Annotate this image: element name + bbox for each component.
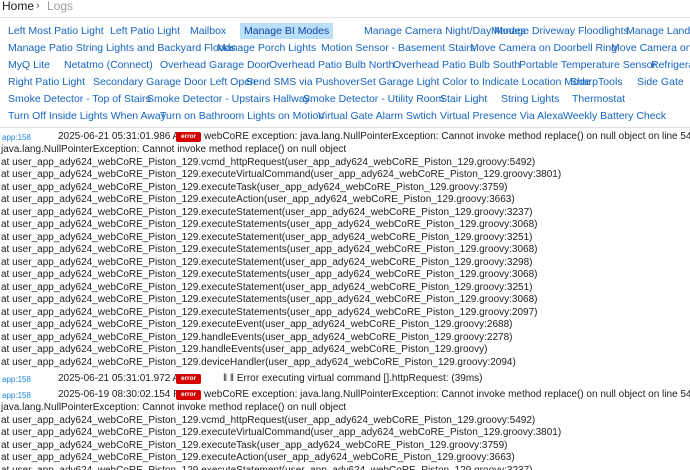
app-tab[interactable]: Move Camera on Doorbell Ring xyxy=(466,40,621,56)
app-tab[interactable]: Smoke Detector - Upstairs Hallway xyxy=(143,91,314,107)
stack-trace-line: at user_app_ady624_webCoRE_Piston_129.ex… xyxy=(1,231,533,243)
stack-trace-line: at user_app_ady624_webCoRE_Piston_129.ex… xyxy=(1,294,538,305)
stack-trace-line: at user_app_ady624_webCoRE_Piston_129.ex… xyxy=(1,219,538,230)
app-tab[interactable]: Smoke Detector - Top of Stairs xyxy=(4,91,155,107)
app-tab[interactable]: Manage Porch Lights xyxy=(213,40,320,56)
log-timestamp: 2025-06-21 05:31:01.986 AM xyxy=(58,131,188,142)
log-level-badge: error xyxy=(176,374,202,384)
app-tab[interactable]: Mailbox xyxy=(186,23,230,39)
log-message: webCoRE exception: java.lang.NullPointer… xyxy=(204,131,690,142)
breadcrumb: Home › Logs xyxy=(0,0,690,17)
app-tab[interactable]: Overhead Patio Bulb South xyxy=(389,57,524,73)
app-tab[interactable]: Motion Sensor - Basement Stairs xyxy=(317,40,479,56)
stack-trace-line: at user_app_ady624_webCoRE_Piston_129.ex… xyxy=(1,181,508,193)
log-entry: app:158 2025-06-19 08:30:02.154 PM error we… xyxy=(0,388,690,470)
app-tab[interactable]: Manage Patio String Lights and Backyard … xyxy=(4,40,240,56)
app-tab[interactable]: Turn on Bathroom Lights on Motion xyxy=(156,108,328,124)
stack-trace-line: at user_app_ady624_webCoRE_Piston_129.ex… xyxy=(1,281,533,293)
stack-trace-line: at user_app_ady624_webCoRE_Piston_129.ex… xyxy=(1,452,515,463)
app-tab[interactable]: String Lights xyxy=(497,91,563,107)
stack-trace-line: at user_app_ady624_webCoRE_Piston_129.ex… xyxy=(1,244,538,255)
stack-trace-line: at user_app_ady624_webCoRE_Piston_129.ha… xyxy=(1,344,488,355)
app-tab[interactable]: SharpTools xyxy=(566,74,627,90)
log-level-badge: error xyxy=(176,132,202,142)
stack-trace-line: at user_app_ady624_webCoRE_Piston_129.ex… xyxy=(1,269,538,280)
app-tab[interactable]: Stair Light xyxy=(436,91,491,107)
stack-trace-line: at user_app_ady624_webCoRE_Piston_129.ex… xyxy=(1,319,513,330)
stack-trace-line: at user_app_ady624_webCoRE_Piston_129.ex… xyxy=(1,194,515,205)
app-tab[interactable]: Virtual Gate Alarm Swtich xyxy=(314,108,441,124)
app-tab[interactable]: Turn Off Inside Lights When Away xyxy=(4,108,170,124)
stack-trace-line: at user_app_ady624_webCoRE_Piston_129.ex… xyxy=(1,427,562,438)
log-level-badge: error xyxy=(176,390,202,400)
app-tab[interactable]: Overhead Patio Bulb North xyxy=(265,57,399,73)
app-tab[interactable]: Overhead Garage Door xyxy=(156,57,274,73)
tabs-divider xyxy=(0,127,690,128)
log-entry-header: app:158 2025-06-19 08:30:02.154 PM error we… xyxy=(0,388,690,402)
app-id-link[interactable]: app:158 xyxy=(2,133,31,142)
app-tab[interactable]: Secondary Garage Door Left Open xyxy=(89,74,260,90)
stack-trace-line: at user_app_ady624_webCoRE_Piston_129.ex… xyxy=(1,464,533,470)
log-timestamp: 2025-06-21 05:31:01.972 AM xyxy=(58,373,188,384)
stack-trace-line: java.lang.NullPointerException: Cannot i… xyxy=(1,402,347,413)
breadcrumb-current: Logs xyxy=(47,0,74,13)
log-entry-header: app:158 2025-06-21 05:31:01.986 AM error we… xyxy=(0,130,690,144)
stack-trace-line: at user_app_ady624_webCoRE_Piston_129.ex… xyxy=(1,169,562,180)
app-tab[interactable]: Portable Temperature Sensor xyxy=(515,57,660,73)
stack-trace-line: at user_app_ady624_webCoRE_Piston_129.ex… xyxy=(1,256,533,268)
log-entry-header: app:158 2025-06-21 05:31:01.972 AM error ‖ … xyxy=(0,372,690,386)
app-tab[interactable]: Smoke Detector - Utility Room xyxy=(299,91,448,107)
app-id-link[interactable]: app:158 xyxy=(2,375,31,384)
app-filter-tabs: Left Most Patio Light Left Patio Light M… xyxy=(0,23,690,123)
app-tab[interactable]: Refrigerat xyxy=(647,57,690,73)
app-tab[interactable]: Right Patio Light xyxy=(4,74,89,90)
log-list: app:158 2025-06-21 05:31:01.986 AM error we… xyxy=(0,130,690,470)
app-tab[interactable]: Send SMS via Pushover xyxy=(242,74,364,90)
stack-trace-line: at user_app_ady624_webCoRE_Piston_129.vc… xyxy=(1,414,536,426)
app-tab[interactable]: Manage Driveway Floodlights xyxy=(487,23,633,39)
chevron-right-icon: › xyxy=(36,0,40,12)
log-message: webCoRE exception: java.lang.NullPointer… xyxy=(204,389,690,400)
stack-trace-line: at user_app_ady624_webCoRE_Piston_129.vc… xyxy=(1,156,536,168)
header-divider xyxy=(0,17,690,18)
app-tab[interactable]: Left Patio Light xyxy=(106,23,184,39)
stack-trace-line: at user_app_ady624_webCoRE_Piston_129.ex… xyxy=(1,306,538,318)
app-tab[interactable]: Move Camera on Ga xyxy=(607,40,690,56)
app-tab[interactable]: MyQ Lite xyxy=(4,57,54,73)
log-message: ‖ ‖ Error executing virtual command [].h… xyxy=(223,373,483,384)
app-tab[interactable]: Virtual Presence Via Alexa xyxy=(436,108,567,124)
app-tab-active[interactable]: Manage BI Modes xyxy=(240,23,334,39)
stack-trace-line: at user_app_ady624_webCoRE_Piston_129.ha… xyxy=(1,331,513,343)
log-entry: app:158 2025-06-21 05:31:01.972 AM error ‖ … xyxy=(0,372,690,386)
log-timestamp: 2025-06-19 08:30:02.154 PM xyxy=(58,389,189,400)
app-tab[interactable]: Netatmo (Connect) xyxy=(60,57,157,73)
log-entry: app:158 2025-06-21 05:31:01.986 AM error we… xyxy=(0,130,690,369)
app-id-link[interactable]: app:158 xyxy=(2,391,31,400)
app-tab[interactable]: Set Garage Light Color to Indicate Locat… xyxy=(356,74,595,90)
app-tab[interactable]: Thermostat xyxy=(568,91,629,107)
app-tab[interactable]: Left Most Patio Light xyxy=(4,23,108,39)
breadcrumb-home-link[interactable]: Home xyxy=(2,0,34,13)
app-tab[interactable]: Manage Landsca xyxy=(622,23,690,39)
stack-trace-line: at user_app_ady624_webCoRE_Piston_129.de… xyxy=(1,356,516,368)
app-tab[interactable]: Weekly Battery Check xyxy=(559,108,670,124)
stack-trace-line: java.lang.NullPointerException: Cannot i… xyxy=(1,144,347,155)
stack-trace-line: at user_app_ady624_webCoRE_Piston_129.ex… xyxy=(1,439,508,451)
stack-trace-line: at user_app_ady624_webCoRE_Piston_129.ex… xyxy=(1,206,533,218)
app-tab[interactable]: Side Gate xyxy=(633,74,688,90)
